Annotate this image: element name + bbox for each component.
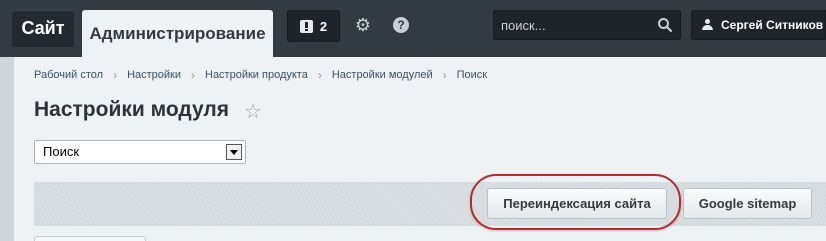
tab-site-label: Сайт (21, 18, 65, 38)
favorite-star-icon[interactable]: ☆ (244, 99, 262, 124)
page-title: Настройки модуля (34, 98, 230, 121)
search-box (493, 10, 681, 40)
help-icon[interactable]: ? (393, 17, 409, 33)
breadcrumb-item-search[interactable]: Поиск (457, 69, 487, 81)
breadcrumb-item-module-settings[interactable]: Настройки модулей (332, 69, 433, 81)
tab-administration[interactable]: Администрирование (82, 10, 273, 57)
chevron-right-icon: › (442, 68, 447, 82)
search-icon[interactable] (657, 17, 673, 33)
notification-icon (299, 19, 313, 33)
search-input[interactable] (493, 10, 653, 40)
gear-icon[interactable]: ⚙ (353, 15, 373, 35)
user-menu[interactable]: Сергей Ситников (691, 10, 826, 40)
dropdown-arrow-icon[interactable] (226, 144, 242, 160)
content-tab[interactable] (34, 236, 146, 241)
chevron-right-icon: › (317, 68, 322, 82)
google-sitemap-button[interactable]: Google sitemap (683, 188, 812, 219)
module-select-value: Поиск (43, 144, 80, 159)
tab-site[interactable]: Сайт (12, 10, 74, 47)
notifications-button[interactable]: 2 (287, 10, 340, 42)
breadcrumb: Рабочий стол › Настройки › Настройки про… (34, 68, 487, 82)
notifications-count: 2 (319, 18, 328, 34)
user-icon (702, 19, 713, 31)
top-bar: Сайт Администрирование 2 ⚙ ? Сергей Ситн… (0, 0, 826, 57)
chevron-right-icon: › (113, 68, 118, 82)
module-select[interactable]: Поиск (34, 140, 246, 164)
tab-administration-label: Администрирование (89, 23, 266, 43)
reindex-site-button[interactable]: Переиндексация сайта (487, 188, 667, 219)
breadcrumb-item-settings[interactable]: Настройки (127, 69, 181, 81)
user-name: Сергей Ситников (721, 18, 824, 32)
breadcrumb-item-desktop[interactable]: Рабочий стол (34, 69, 103, 81)
chevron-right-icon: › (191, 68, 195, 82)
left-panel-edge (0, 57, 14, 241)
breadcrumb-item-product-settings[interactable]: Настройки продукта (205, 69, 308, 81)
